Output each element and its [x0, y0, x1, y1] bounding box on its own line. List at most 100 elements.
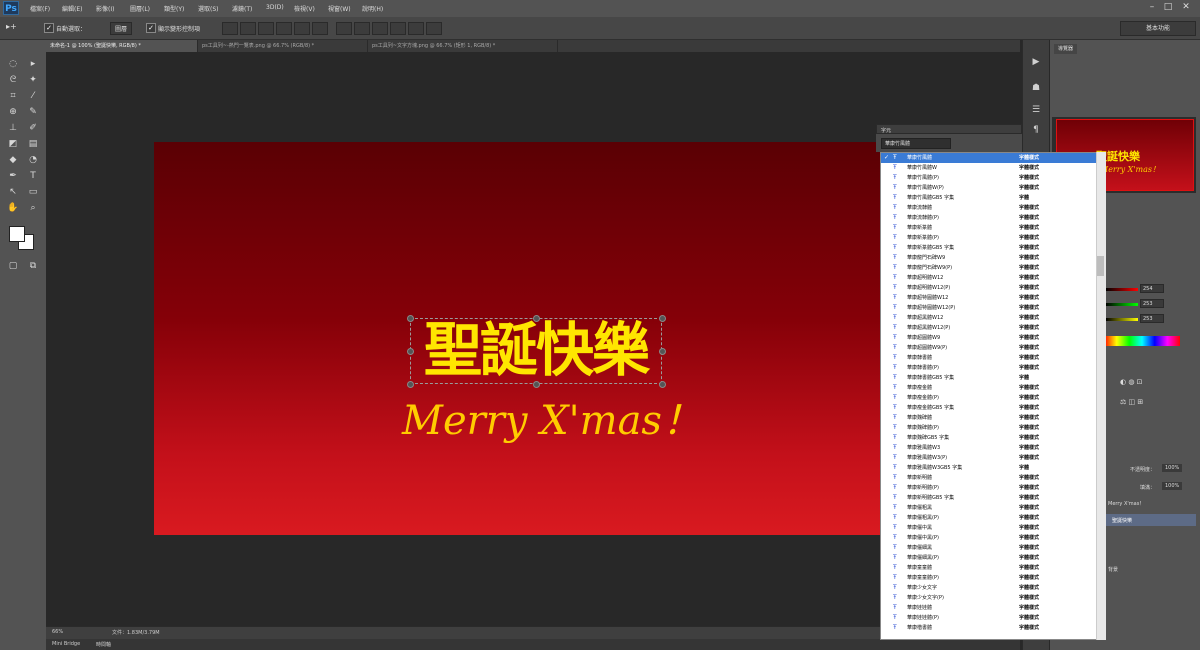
brush-tool-icon[interactable]: ✎	[26, 106, 40, 118]
blur-tool-icon[interactable]: ◆	[6, 154, 20, 166]
font-list-item[interactable]: Ŧ 華康儷粗黑 字體樣式	[881, 503, 1097, 513]
font-list-item[interactable]: Ŧ 華康瘦金體 字體樣式	[881, 383, 1097, 393]
menu-file[interactable]: 檔案(F)	[30, 4, 50, 13]
font-list-item[interactable]: Ŧ 華康龍門石碑W9(P) 字體樣式	[881, 263, 1097, 273]
font-list-item[interactable]: Ŧ 華康新篆體GB5 字集 字體樣式	[881, 243, 1097, 253]
align-hcenter-button[interactable]	[294, 22, 310, 35]
font-list-item[interactable]: Ŧ 華康娃娃體(P) 字體樣式	[881, 613, 1097, 623]
layer-background[interactable]: 背景	[1108, 566, 1118, 573]
move-tool-icon[interactable]: ▸+	[6, 22, 17, 31]
close-icon[interactable]: ✕	[1180, 2, 1192, 13]
green-value[interactable]: 253	[1140, 299, 1164, 308]
font-list-scrollbar[interactable]	[1096, 152, 1106, 640]
font-list-item[interactable]: Ŧ 華康雅風體W3GB5 字集 字體	[881, 463, 1097, 473]
align-vcenter-button[interactable]	[240, 22, 256, 35]
marquee-tool-icon[interactable]: ◌	[6, 58, 20, 70]
font-list-item[interactable]: Ŧ 華康超特圓體W12 字體樣式	[881, 293, 1097, 303]
font-list-item[interactable]: Ŧ 華康隸書體(P) 字體樣式	[881, 363, 1097, 373]
menu-layer[interactable]: 圖層(L)	[130, 4, 150, 13]
align-left-button[interactable]	[276, 22, 292, 35]
font-list-item[interactable]: Ŧ 華康隸書體 字體樣式	[881, 353, 1097, 363]
blue-slider[interactable]	[1106, 318, 1138, 321]
font-list-item[interactable]: Ŧ 華康雅風體W3 字體樣式	[881, 443, 1097, 453]
dodge-tool-icon[interactable]: ◔	[26, 154, 40, 166]
font-list-item[interactable]: Ŧ 華康竹風體W(P) 字體樣式	[881, 183, 1097, 193]
minimize-icon[interactable]: –	[1146, 2, 1158, 13]
workspace-dropdown[interactable]: 基本功能	[1120, 21, 1196, 36]
font-list-item[interactable]: Ŧ 華康超明體W12 字體樣式	[881, 273, 1097, 283]
auto-select-checkbox[interactable]: ✓	[44, 23, 54, 33]
auto-select-dropdown[interactable]: 圖層	[110, 22, 133, 35]
font-list-item[interactable]: Ŧ 華康竹風體W 字體樣式	[881, 163, 1097, 173]
fill-input[interactable]: 100%	[1162, 482, 1183, 490]
font-dropdown-list[interactable]: ✓ Ŧ 華康竹風體 字體樣式 Ŧ 華康竹風體W 字體樣式 Ŧ 華康竹風體(P) 字體樣式 Ŧ 華康竹風…	[880, 152, 1106, 640]
shape-tool-icon[interactable]: ▭	[26, 186, 40, 198]
opacity-input[interactable]: 100%	[1162, 464, 1183, 472]
font-list-item[interactable]: Ŧ 華康瘦金體(P) 字體樣式	[881, 393, 1097, 403]
tab-document-2[interactable]: ps工具列~-熱門一覽表.png @ 66.7% (RGB/8) *	[198, 40, 368, 52]
crop-tool-icon[interactable]: ⌗	[6, 90, 20, 102]
adjustment-icon[interactable]: ◐ ◍ ⊡	[1120, 378, 1143, 386]
layer-holiday-text[interactable]: 聖誕快樂	[1112, 517, 1132, 524]
font-list-item[interactable]: Ŧ 華康雅風體W3(P) 字體樣式	[881, 453, 1097, 463]
menu-filter[interactable]: 濾鏡(T)	[232, 4, 252, 13]
menu-help[interactable]: 說明(H)	[362, 4, 383, 13]
font-list-item[interactable]: Ŧ 華康儷細黑 字體樣式	[881, 543, 1097, 553]
font-list-item[interactable]: Ŧ 華康超特圓體W12(P) 字體樣式	[881, 303, 1097, 313]
font-list-item[interactable]: Ŧ 華康瘦金體GB5 字集 字體樣式	[881, 403, 1097, 413]
distribute-right-button[interactable]	[426, 22, 442, 35]
navigator-tab[interactable]: 導覽器	[1054, 44, 1078, 54]
font-list-item[interactable]: Ŧ 華康魏碑GB5 字集 字體樣式	[881, 433, 1097, 443]
align-top-button[interactable]	[222, 22, 238, 35]
font-list-item[interactable]: Ŧ 華康魏碑體 字體樣式	[881, 413, 1097, 423]
font-list-item[interactable]: Ŧ 華康儷細黑(P) 字體樣式	[881, 553, 1097, 563]
green-slider[interactable]	[1106, 303, 1138, 306]
font-list-item[interactable]: Ŧ 華康新明體(P) 字體樣式	[881, 483, 1097, 493]
distribute-hcenter-button[interactable]	[408, 22, 424, 35]
align-right-button[interactable]	[312, 22, 328, 35]
distribute-bottom-button[interactable]	[372, 22, 388, 35]
font-list-scroll-thumb[interactable]	[1097, 256, 1104, 276]
tab-document-1[interactable]: 未命名-1 @ 100% (聖誕快樂, RGB/8) *	[46, 40, 198, 52]
menu-edit[interactable]: 編輯(E)	[62, 4, 82, 13]
foreground-color-swatch[interactable]	[9, 226, 25, 242]
font-list-item[interactable]: Ŧ 華康超明體W12(P) 字體樣式	[881, 283, 1097, 293]
font-list-item[interactable]: Ŧ 華康隸書體GB5 字集 字體	[881, 373, 1097, 383]
tab-document-3[interactable]: ps工具列~文字方塊.png @ 66.7% (矩形 1, RGB/8) *	[368, 40, 558, 52]
menu-window[interactable]: 視窗(W)	[328, 4, 351, 13]
menu-type[interactable]: 類型(Y)	[164, 4, 184, 13]
path-select-icon[interactable]: ↖	[6, 186, 20, 198]
font-list-item[interactable]: Ŧ 華康龍門石碑W9 字體樣式	[881, 253, 1097, 263]
move-tool-icon[interactable]: ▸	[26, 58, 40, 70]
red-slider[interactable]	[1106, 288, 1138, 291]
magic-wand-icon[interactable]: ✦	[26, 74, 40, 86]
font-list-item[interactable]: Ŧ 華康儷中黑 字體樣式	[881, 523, 1097, 533]
menu-view[interactable]: 檢視(V)	[294, 4, 315, 13]
show-transform-checkbox[interactable]: ✓	[146, 23, 156, 33]
pen-tool-icon[interactable]: ✒	[6, 170, 20, 182]
distribute-vcenter-button[interactable]	[354, 22, 370, 35]
font-list-item[interactable]: Ŧ 華康少女文字 字體樣式	[881, 583, 1097, 593]
font-list-item[interactable]: Ŧ 華康童童體 字體樣式	[881, 563, 1097, 573]
paragraph-icon[interactable]: ¶	[1028, 122, 1044, 138]
font-list-item[interactable]: Ŧ 華康流隸體(P) 字體樣式	[881, 213, 1097, 223]
font-list-item[interactable]: Ŧ 華康超圓體W9(P) 字體樣式	[881, 343, 1097, 353]
font-list-item[interactable]: ✓ Ŧ 華康竹風體 字體樣式	[881, 153, 1097, 163]
screen-mode-icon[interactable]: ⧉	[26, 260, 40, 272]
document-info[interactable]: 文件：1.83M/3.79M	[112, 629, 160, 636]
type-tool-icon[interactable]: T	[26, 170, 40, 182]
gradient-tool-icon[interactable]: ▤	[26, 138, 40, 150]
font-list-item[interactable]: Ŧ 華康竹風體GB5 字集 字體	[881, 193, 1097, 203]
font-list-item[interactable]: Ŧ 華康新明體 字體樣式	[881, 473, 1097, 483]
mini-bridge-tab[interactable]: Mini Bridge	[52, 641, 80, 647]
clone-stamp-icon[interactable]: ⊥	[6, 122, 20, 134]
font-list-item[interactable]: Ŧ 華康超黑體W12(P) 字體樣式	[881, 323, 1097, 333]
timeline-tab[interactable]: 時間軸	[96, 641, 111, 648]
quick-mask-icon[interactable]: ▢	[6, 260, 20, 272]
menu-select[interactable]: 選取(S)	[198, 4, 219, 13]
maximize-icon[interactable]: □	[1162, 2, 1174, 13]
lasso-tool-icon[interactable]: ᘓ	[6, 74, 20, 86]
font-list-item[interactable]: Ŧ 華康竹風體(P) 字體樣式	[881, 173, 1097, 183]
eyedropper-icon[interactable]: ⁄	[26, 90, 40, 102]
properties-icon[interactable]: ☰	[1028, 102, 1044, 118]
